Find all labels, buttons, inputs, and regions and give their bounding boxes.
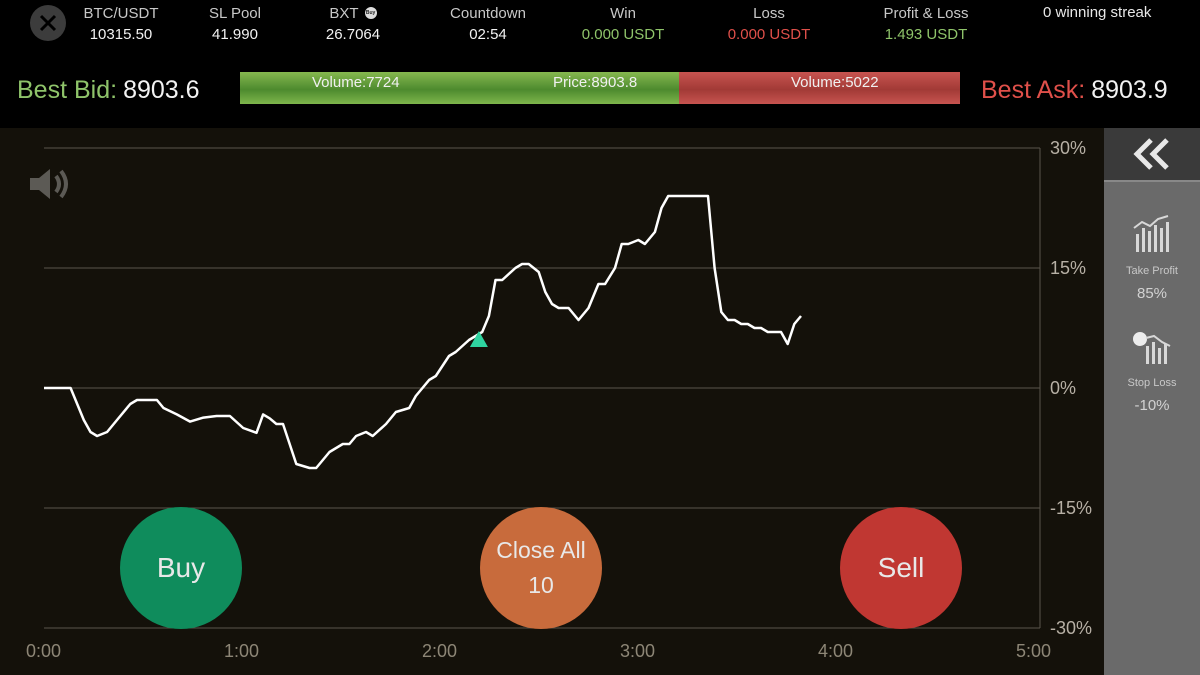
close-all-count: 10 — [528, 572, 554, 598]
stat-sl-pool: SL Pool 41.990 — [202, 4, 268, 44]
take-profit-value: 85% — [1136, 285, 1168, 302]
y-tick-label: -30% — [1050, 618, 1093, 638]
stat-value: 1.493 USDT — [884, 26, 968, 43]
y-tick-label: 0% — [1050, 378, 1077, 398]
stat-loss: Loss 0.000 USDT — [724, 4, 814, 44]
stat-label: SL Pool — [209, 4, 261, 22]
stop-loss-icon — [1133, 332, 1171, 364]
stat-profit-loss: Profit & Loss 1.493 USDT — [880, 4, 972, 44]
sell-volume: Volume:5022 — [791, 74, 879, 91]
stat-label: BTC/USDT — [83, 4, 159, 22]
x-tick-label: 5:00 — [1016, 641, 1052, 661]
take-profit-icon — [1133, 215, 1169, 252]
stat-value: 02:54 — [469, 26, 507, 43]
best-bid: Best Bid: 8903.6 — [17, 76, 200, 105]
x-tick-label: 1:00 — [224, 641, 260, 661]
price-line — [44, 194, 802, 470]
stat-value: 0.000 USDT — [581, 26, 665, 43]
bxt-badge: Buy — [364, 7, 377, 19]
best-ask-value: 8903.9 — [1091, 76, 1168, 104]
x-tick-label: 3:00 — [620, 641, 656, 661]
sell-label: Sell — [877, 552, 925, 583]
x-tick-label: 2:00 — [422, 641, 458, 661]
stat-label: Countdown — [450, 4, 526, 22]
stat-value: 41.990 — [212, 26, 258, 43]
close-icon — [39, 14, 57, 32]
stat-value: 10315.50 — [89, 26, 153, 43]
stat-win: Win 0.000 USDT — [578, 4, 668, 44]
winning-streak: 0 winning streak — [1043, 4, 1152, 21]
current-price: Price:8903.8 — [553, 74, 638, 91]
buy-volume: Volume:7724 — [312, 74, 400, 91]
stat-bxt: BXT Buy 26.7064 — [318, 4, 388, 44]
volume-bar: Volume:7724 Price:8903.8 Volume:5022 — [240, 72, 960, 104]
stop-loss-label: Stop Loss — [1127, 377, 1177, 389]
right-panel: Take Profit 85% Stop Loss -10% — [1104, 128, 1200, 675]
sell-button[interactable]: Sell — [840, 507, 962, 629]
stat-value: 0.000 USDT — [727, 26, 811, 43]
stat-label: Win — [610, 4, 636, 22]
stat-label: Profit & Loss — [883, 4, 969, 22]
best-bid-value: 8903.6 — [123, 76, 200, 104]
close-button[interactable] — [30, 5, 66, 41]
double-chevron-left-icon — [1133, 138, 1169, 170]
buy-button[interactable]: Buy — [120, 507, 242, 629]
stats-bar: BTC/USDT 10315.50 SL Pool 41.990 BXT Buy… — [0, 0, 1200, 48]
collapse-panel-button[interactable] — [1104, 128, 1200, 182]
x-tick-label: 0:00 — [26, 641, 62, 661]
stat-label: Loss — [753, 4, 785, 22]
take-profit-label: Take Profit — [1126, 265, 1178, 277]
y-tick-label: -15% — [1050, 498, 1093, 518]
x-tick-label: 4:00 — [818, 641, 854, 661]
speaker-icon — [30, 169, 68, 199]
take-profit-control[interactable]: Take Profit 85% — [1104, 214, 1200, 302]
order-book-bar: Best Bid: 8903.6 Volume:7724 Price:8903.8… — [0, 60, 1200, 120]
y-tick-label: 30% — [1050, 138, 1087, 158]
close-all-button[interactable]: Close All 10 — [480, 507, 602, 629]
best-ask-label: Best Ask: — [981, 76, 1086, 104]
best-bid-label: Best Bid: — [17, 76, 118, 104]
close-all-label: Close All — [496, 537, 586, 563]
stat-countdown: Countdown 02:54 — [446, 4, 530, 44]
stat-btc-usdt: BTC/USDT 10315.50 — [82, 4, 160, 44]
stat-value: 26.7064 — [325, 26, 381, 43]
stat-label: BXT — [329, 4, 359, 22]
buy-label: Buy — [156, 552, 206, 583]
buy-volume-segment: Volume:7724 Price:8903.8 — [240, 72, 679, 104]
stop-loss-control[interactable]: Stop Loss -10% — [1104, 330, 1200, 414]
sell-volume-segment: Volume:5022 — [679, 72, 960, 104]
stop-loss-value: -10% — [1134, 397, 1170, 414]
best-ask: Best Ask: 8903.9 — [981, 76, 1168, 105]
y-tick-label: 15% — [1050, 258, 1087, 278]
